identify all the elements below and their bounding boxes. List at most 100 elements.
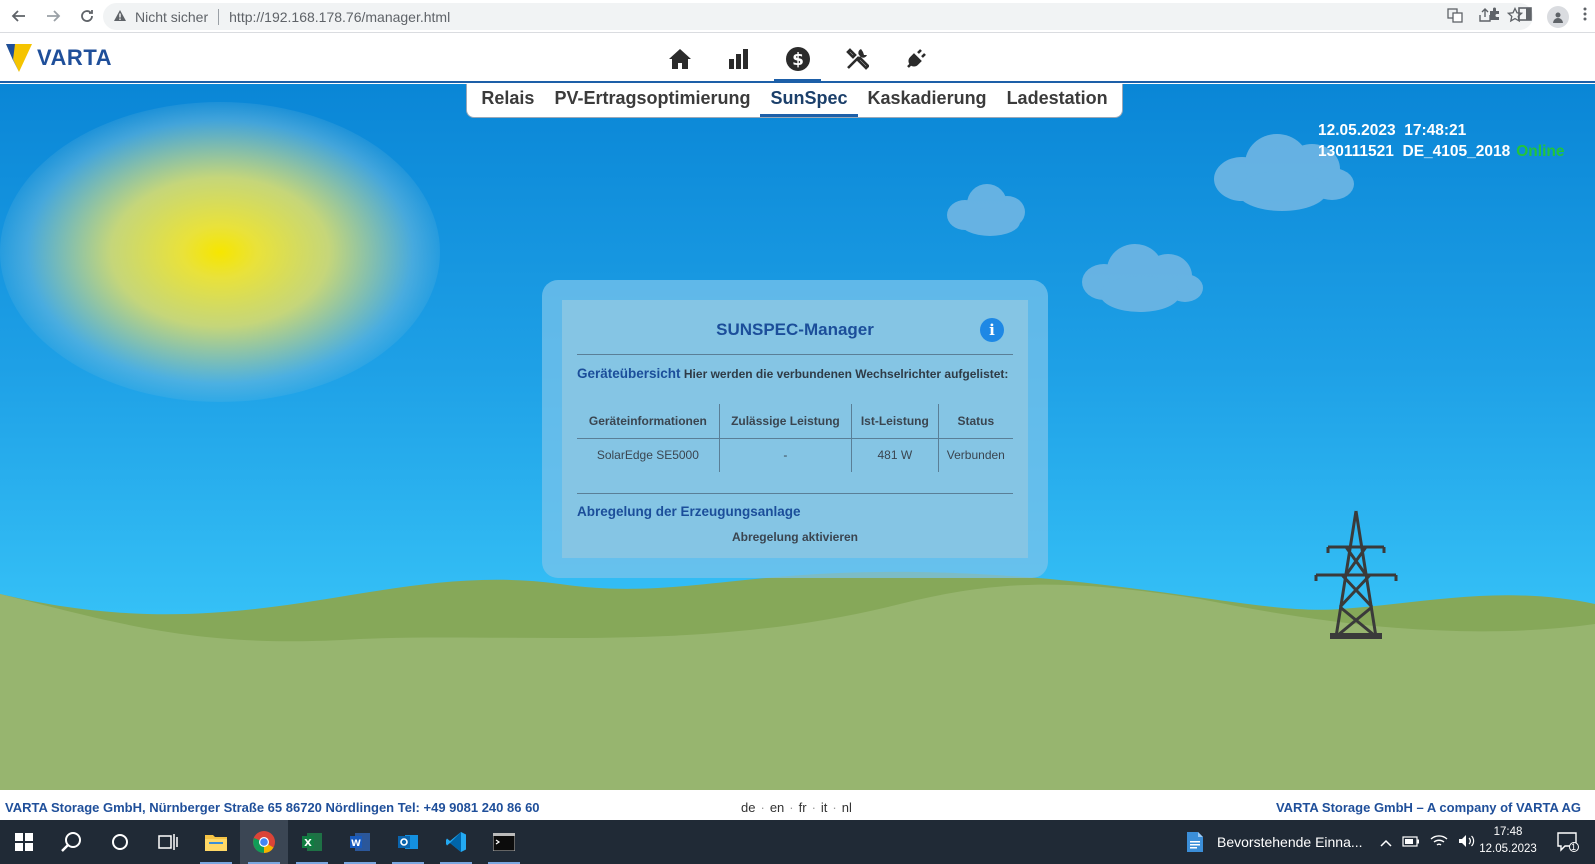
sunspec-panel-frame: SUNSPEC-Manager i Geräteübersicht Hier w… xyxy=(542,280,1048,578)
side-panel-icon[interactable] xyxy=(1517,6,1533,27)
action-center-button[interactable]: 1 xyxy=(1548,820,1588,864)
lang-nl[interactable]: nl xyxy=(842,800,852,815)
nav-connection[interactable] xyxy=(886,34,945,83)
address-bar[interactable]: Nicht sicher http://192.168.178.76/manag… xyxy=(103,3,1533,30)
inverter-table: Geräteinformationen Zulässige Leistung I… xyxy=(577,404,1013,472)
varta-logo[interactable]: VARTA xyxy=(6,44,112,72)
clock-date: 12.05.2023 xyxy=(1479,843,1537,855)
back-button[interactable] xyxy=(4,1,34,31)
curtailment-heading: Abregelung der Erzeugungsanlage xyxy=(577,504,801,519)
taskbar-terminal[interactable] xyxy=(480,820,528,864)
svg-text:$: $ xyxy=(792,50,804,70)
nav-settings[interactable] xyxy=(827,34,886,83)
panel-title: SUNSPEC-Manager xyxy=(716,320,874,339)
table-row: SolarEdge SE5000 - 481 W Verbunden xyxy=(577,438,1013,472)
chrome-icon xyxy=(253,831,275,853)
action-center-badge: 1 xyxy=(1571,842,1577,852)
plug-icon xyxy=(906,48,926,68)
sunspec-manager-panel: SUNSPEC-Manager i Geräteübersicht Hier w… xyxy=(562,300,1028,558)
reload-icon xyxy=(81,10,93,22)
tab-kaskadierung[interactable]: Kaskadierung xyxy=(858,84,997,118)
taskbar-word[interactable]: W xyxy=(336,820,384,864)
lang-fr[interactable]: fr xyxy=(799,800,807,815)
landscape-scene: Relais PV-Ertragsoptimierung SunSpec Kas… xyxy=(0,84,1595,790)
overview-heading: Geräteübersicht xyxy=(577,366,681,381)
volume-icon[interactable] xyxy=(1458,834,1476,851)
forward-button[interactable] xyxy=(38,1,68,31)
arrow-right-icon xyxy=(47,10,61,22)
profile-avatar[interactable] xyxy=(1547,5,1569,28)
activate-curtailment-button[interactable]: Abregelung aktivieren xyxy=(562,530,1028,544)
folder-icon xyxy=(205,835,227,851)
taskbar-outlook[interactable] xyxy=(384,820,432,864)
browser-toolbar: Nicht sicher http://192.168.178.76/manag… xyxy=(0,0,1595,33)
omnibox-separator xyxy=(218,8,220,25)
excel-icon: X xyxy=(302,833,322,851)
taskbar-excel[interactable]: X xyxy=(288,820,336,864)
lang-de[interactable]: de xyxy=(741,800,755,815)
start-button[interactable] xyxy=(0,820,48,864)
tab-sunspec[interactable]: SunSpec xyxy=(760,84,858,118)
status-norm: DE_4105_2018 xyxy=(1402,143,1511,160)
nav-energy-manager[interactable]: $ xyxy=(768,34,827,83)
search-button[interactable] xyxy=(48,820,96,864)
overview-section: Geräteübersicht Hier werden die verbunde… xyxy=(577,366,1008,381)
varta-logo-mark xyxy=(6,44,32,72)
tab-ladestation[interactable]: Ladestation xyxy=(997,84,1118,118)
lang-it[interactable]: it xyxy=(821,800,828,815)
tab-pv-ertragsoptimierung[interactable]: PV-Ertragsoptimierung xyxy=(544,84,760,118)
nav-statistics[interactable] xyxy=(709,34,768,83)
battery-icon[interactable] xyxy=(1402,835,1420,850)
extensions-icon[interactable] xyxy=(1487,6,1503,27)
word-icon: W xyxy=(350,833,370,851)
allowed-power-cell: - xyxy=(719,438,853,472)
vscode-icon xyxy=(446,832,466,852)
svg-text:W: W xyxy=(351,839,361,849)
app-header: VARTA $ xyxy=(0,34,1595,83)
divider xyxy=(577,493,1013,494)
svg-text:X: X xyxy=(304,838,312,849)
tools-icon xyxy=(845,47,869,70)
bar-chart-icon xyxy=(728,48,748,69)
taskbar-clock[interactable]: 17:48 12.05.2023 xyxy=(1478,824,1538,858)
system-status: 12.05.2023 17:48:21 130111521 DE_4105_20… xyxy=(1318,120,1564,162)
url-text[interactable]: http://192.168.178.76/manager.html xyxy=(229,9,450,25)
wifi-icon[interactable] xyxy=(1430,834,1448,851)
taskbar-chrome[interactable] xyxy=(240,820,288,864)
status-date: 12.05.2023 xyxy=(1318,122,1396,139)
chevron-up-icon[interactable] xyxy=(1380,835,1392,850)
taskbar-file-explorer[interactable] xyxy=(192,820,240,864)
status-cell: Verbunden xyxy=(946,448,1005,463)
sun-graphic xyxy=(0,102,440,402)
power-pylon-icon xyxy=(1314,510,1398,639)
taskbar-vscode[interactable] xyxy=(432,820,480,864)
status-time: 17:48:21 xyxy=(1404,122,1467,139)
browser-actions xyxy=(1487,3,1587,30)
language-selector: de · en · fr · it · nl xyxy=(741,800,852,815)
home-icon xyxy=(668,48,691,69)
windows-taskbar: X W Bevorstehende Einna... 17:48 12.05.2… xyxy=(0,820,1595,864)
task-view-button[interactable] xyxy=(144,820,192,864)
cortana-button[interactable] xyxy=(96,820,144,864)
security-label[interactable]: Nicht sicher xyxy=(135,9,208,25)
document-icon xyxy=(1187,832,1203,852)
info-icon[interactable]: i xyxy=(980,318,1004,342)
circle-icon xyxy=(112,834,128,850)
page-footer: VARTA Storage GmbH, Nürnberger Straße 65… xyxy=(0,799,1595,817)
cloud-icon xyxy=(947,184,1025,236)
status-serial: 130111521 xyxy=(1318,143,1394,160)
tab-relais[interactable]: Relais xyxy=(471,84,544,118)
footer-address: VARTA Storage GmbH, Nürnberger Straße 65… xyxy=(5,800,540,815)
logo-text: VARTA xyxy=(37,45,113,70)
column-header: Status xyxy=(938,404,1013,439)
lang-en[interactable]: en xyxy=(770,800,784,815)
nav-home[interactable] xyxy=(650,34,709,83)
clock-time: 17:48 xyxy=(1493,826,1523,838)
menu-dots-icon[interactable] xyxy=(1583,6,1587,27)
upcoming-notification[interactable]: Bevorstehende Einna... xyxy=(1185,820,1363,864)
footer-company: VARTA Storage GmbH – A company of VARTA … xyxy=(1275,800,1581,815)
reload-button[interactable] xyxy=(72,1,102,31)
task-view-icon xyxy=(158,834,178,850)
warning-icon xyxy=(113,9,127,25)
translate-icon[interactable] xyxy=(1447,7,1463,27)
